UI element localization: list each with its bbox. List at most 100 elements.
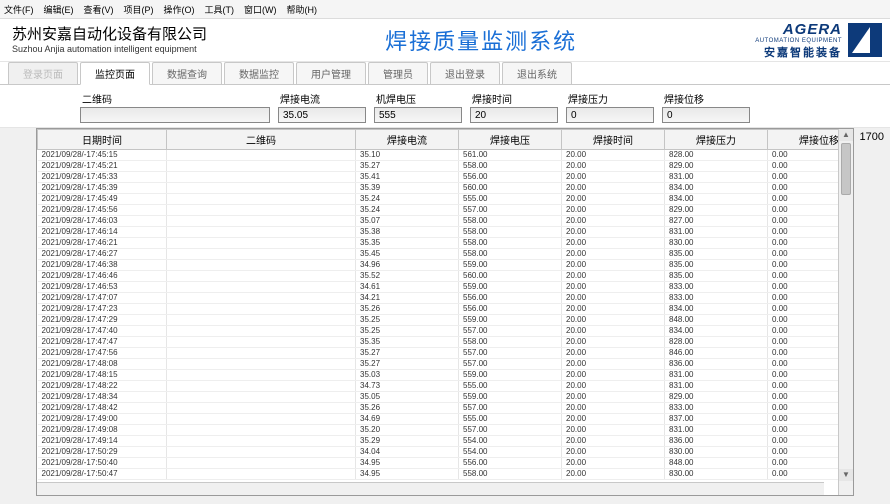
table-row[interactable]: 2021/09/28/-17:48:2234.73555.0020.00831.…	[38, 381, 839, 392]
input-焊接压力[interactable]: 0	[566, 107, 654, 123]
menu-item[interactable]: 窗口(W)	[244, 3, 277, 16]
table-row[interactable]: 2021/09/28/-17:45:2135.27558.0020.00829.…	[38, 161, 839, 172]
tab-退出系统[interactable]: 退出系统	[502, 62, 572, 84]
table-cell: 0.00	[768, 469, 839, 480]
tab-bar: 登录页面监控页面数据查询数据监控用户管理管理员退出登录退出系统	[0, 62, 890, 85]
menu-item[interactable]: 项目(P)	[124, 3, 154, 16]
table-cell: 831.00	[665, 172, 768, 183]
table-row[interactable]: 2021/09/28/-17:47:2335.26556.0020.00834.…	[38, 304, 839, 315]
column-header[interactable]: 焊接电压	[459, 130, 562, 150]
table-cell: 2021/09/28/-17:45:39	[38, 183, 167, 194]
table-row[interactable]: 2021/09/28/-17:45:3935.39560.0020.00834.…	[38, 183, 839, 194]
table-row[interactable]: 2021/09/28/-17:48:0835.27557.0020.00836.…	[38, 359, 839, 370]
table-row[interactable]: 2021/09/28/-17:47:4035.25557.0020.00834.…	[38, 326, 839, 337]
table-cell: 0.00	[768, 260, 839, 271]
menu-item[interactable]: 编辑(E)	[44, 3, 74, 16]
table-cell: 2021/09/28/-17:47:47	[38, 337, 167, 348]
column-header[interactable]: 焊接时间	[562, 130, 665, 150]
table-cell: 559.00	[459, 260, 562, 271]
table-cell: 0.00	[768, 381, 839, 392]
table-cell: 2021/09/28/-17:46:46	[38, 271, 167, 282]
table-cell: 20.00	[562, 260, 665, 271]
table-cell: 20.00	[562, 216, 665, 227]
table-cell: 556.00	[459, 293, 562, 304]
horizontal-scrollbar[interactable]	[37, 482, 824, 495]
tab-管理员[interactable]: 管理员	[368, 62, 428, 84]
table-row[interactable]: 2021/09/28/-17:45:5635.24557.0020.00829.…	[38, 205, 839, 216]
table-cell: 0.00	[768, 337, 839, 348]
input-label: 二维码	[80, 91, 270, 106]
table-row[interactable]: 2021/09/28/-17:49:0835.20557.0020.00831.…	[38, 425, 839, 436]
tab-数据监控[interactable]: 数据监控	[224, 62, 294, 84]
tab-监控页面[interactable]: 监控页面	[80, 62, 150, 85]
table-cell: 848.00	[665, 458, 768, 469]
table-cell: 0.00	[768, 304, 839, 315]
column-header[interactable]: 二维码	[167, 130, 356, 150]
menu-item[interactable]: 操作(O)	[164, 3, 195, 16]
table-row[interactable]: 2021/09/28/-17:45:4935.24555.0020.00834.…	[38, 194, 839, 205]
logo-brand: AGERA	[755, 21, 842, 38]
table-cell: 35.52	[356, 271, 459, 282]
table-cell: 829.00	[665, 392, 768, 403]
tab-数据查询[interactable]: 数据查询	[152, 62, 222, 84]
table-row[interactable]: 2021/09/28/-17:50:4734.95558.0020.00830.…	[38, 469, 839, 480]
input-二维码[interactable]	[80, 107, 270, 123]
table-row[interactable]: 2021/09/28/-17:46:5334.61559.0020.00833.…	[38, 282, 839, 293]
table-cell: 20.00	[562, 315, 665, 326]
column-header[interactable]: 焊接位移	[768, 130, 839, 150]
menu-bar[interactable]: 文件(F) 编辑(E) 查看(V) 项目(P) 操作(O) 工具(T) 窗口(W) 帮助(H)	[0, 0, 890, 19]
menu-item[interactable]: 文件(F)	[4, 3, 34, 16]
table-row[interactable]: 2021/09/28/-17:47:5635.27557.0020.00846.…	[38, 348, 839, 359]
column-header[interactable]: 日期时间	[38, 130, 167, 150]
table-row[interactable]: 2021/09/28/-17:50:2934.04554.0020.00830.…	[38, 447, 839, 458]
input-焊接时间[interactable]: 20	[470, 107, 558, 123]
table-row[interactable]: 2021/09/28/-17:49:0034.69555.0020.00837.…	[38, 414, 839, 425]
table-row[interactable]: 2021/09/28/-17:46:4635.52560.0020.00835.…	[38, 271, 839, 282]
menu-item[interactable]: 查看(V)	[84, 3, 114, 16]
menu-item[interactable]: 帮助(H)	[287, 3, 318, 16]
input-焊接位移[interactable]: 0	[662, 107, 750, 123]
table-row[interactable]: 2021/09/28/-17:46:2135.35558.0020.00830.…	[38, 238, 839, 249]
table-row[interactable]: 2021/09/28/-17:45:1535.10561.0020.00828.…	[38, 150, 839, 161]
table-cell: 2021/09/28/-17:46:53	[38, 282, 167, 293]
input-焊接电流[interactable]: 35.05	[278, 107, 366, 123]
table-cell	[167, 293, 356, 304]
table-cell: 35.25	[356, 326, 459, 337]
table-row[interactable]: 2021/09/28/-17:48:3435.05559.0020.00829.…	[38, 392, 839, 403]
table-row[interactable]: 2021/09/28/-17:47:4735.35558.0020.00828.…	[38, 337, 839, 348]
table-row[interactable]: 2021/09/28/-17:49:1435.29554.0020.00836.…	[38, 436, 839, 447]
tab-退出登录[interactable]: 退出登录	[430, 62, 500, 84]
table-cell: 2021/09/28/-17:45:56	[38, 205, 167, 216]
table-row[interactable]: 2021/09/28/-17:47:0734.21556.0020.00833.…	[38, 293, 839, 304]
tab-用户管理[interactable]: 用户管理	[296, 62, 366, 84]
table-row[interactable]: 2021/09/28/-17:48:4235.26557.0020.00833.…	[38, 403, 839, 414]
table-cell: 835.00	[665, 260, 768, 271]
table-cell: 2021/09/28/-17:48:34	[38, 392, 167, 403]
table-row[interactable]: 2021/09/28/-17:47:2935.25559.0020.00848.…	[38, 315, 839, 326]
vertical-scrollbar[interactable]: ▲ ▼	[838, 129, 853, 495]
table-row[interactable]: 2021/09/28/-17:45:3335.41556.0020.00831.…	[38, 172, 839, 183]
table-row[interactable]: 2021/09/28/-17:46:3834.96559.0020.00835.…	[38, 260, 839, 271]
table-cell: 0.00	[768, 249, 839, 260]
table-row[interactable]: 2021/09/28/-17:46:1435.38558.0020.00831.…	[38, 227, 839, 238]
scroll-up-icon[interactable]: ▲	[839, 129, 853, 141]
logo-icon	[848, 23, 882, 57]
input-机焊电压[interactable]: 555	[374, 107, 462, 123]
table-cell: 2021/09/28/-17:49:14	[38, 436, 167, 447]
table-cell: 831.00	[665, 227, 768, 238]
table-cell: 34.61	[356, 282, 459, 293]
menu-item[interactable]: 工具(T)	[205, 3, 235, 16]
scroll-thumb[interactable]	[841, 143, 851, 195]
table-cell: 20.00	[562, 469, 665, 480]
table-row[interactable]: 2021/09/28/-17:48:1535.03559.0020.00831.…	[38, 370, 839, 381]
column-header[interactable]: 焊接电流	[356, 130, 459, 150]
table-cell: 20.00	[562, 194, 665, 205]
table-row[interactable]: 2021/09/28/-17:46:2735.45558.0020.00835.…	[38, 249, 839, 260]
table-cell: 561.00	[459, 150, 562, 161]
table-row[interactable]: 2021/09/28/-17:50:4034.95556.0020.00848.…	[38, 458, 839, 469]
table-cell: 34.96	[356, 260, 459, 271]
table-cell: 20.00	[562, 249, 665, 260]
column-header[interactable]: 焊接压力	[665, 130, 768, 150]
table-row[interactable]: 2021/09/28/-17:46:0335.07558.0020.00827.…	[38, 216, 839, 227]
scroll-down-icon[interactable]: ▼	[839, 469, 853, 481]
